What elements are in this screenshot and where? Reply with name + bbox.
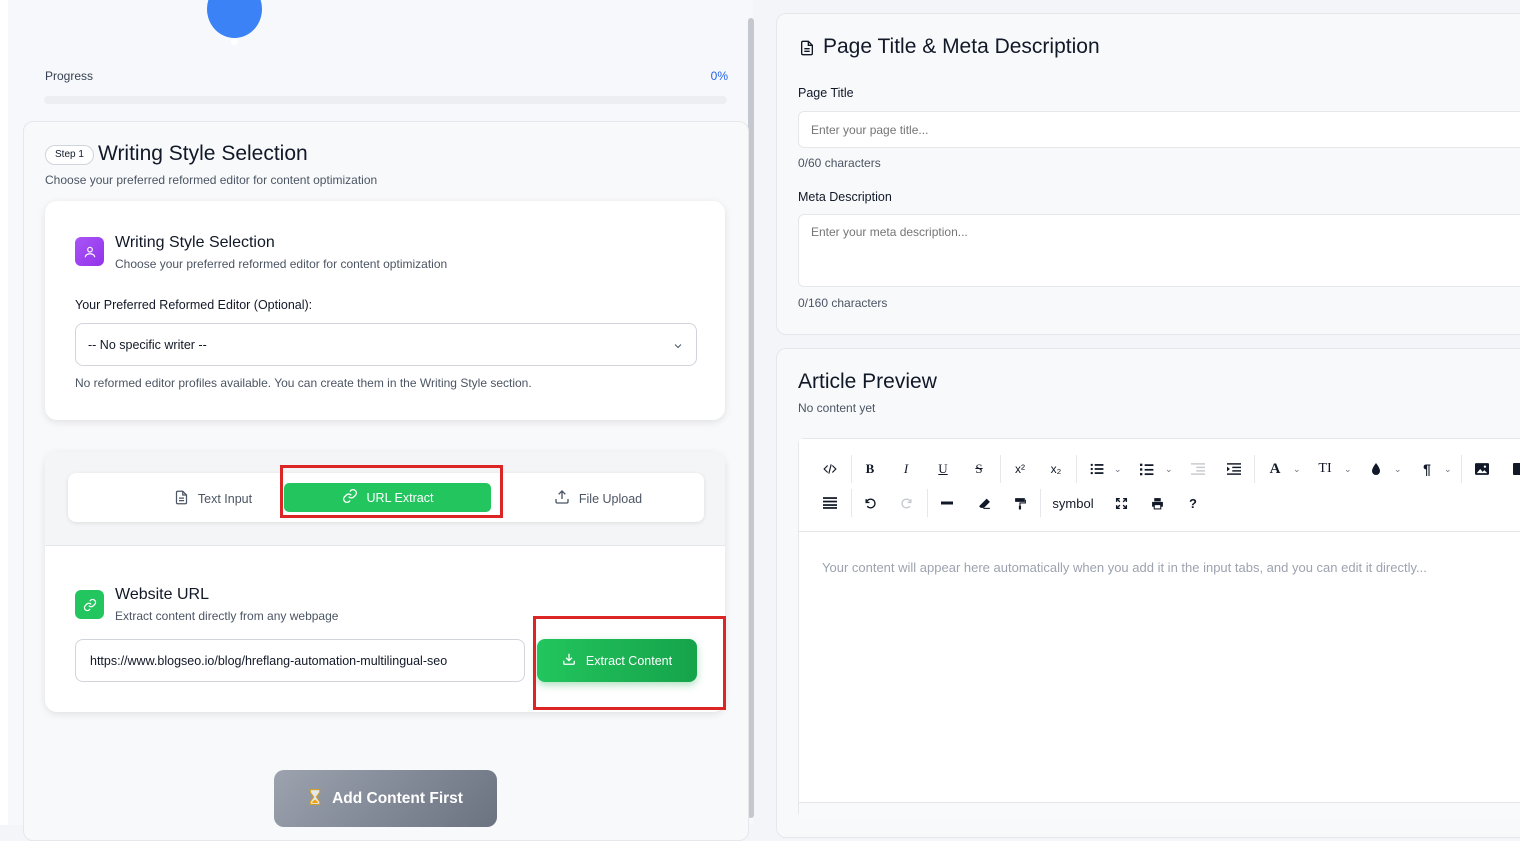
strikethrough-button[interactable]: S (965, 455, 993, 483)
outdent-icon[interactable] (1184, 455, 1212, 483)
step-subtitle: Choose your preferred reformed editor fo… (45, 173, 378, 187)
eraser-icon[interactable] (970, 489, 998, 517)
tab-text-input-label: Text Input (197, 491, 253, 506)
toolbar-separator (1254, 455, 1255, 483)
progress-label: Progress (45, 69, 94, 83)
input-tabs: Text Input URL Extract File Upload (68, 473, 704, 522)
rich-text-editor: B I U S x² x₂ ⌄ ⌄ A ⌄ TI ⌄ ⌄ ¶ ⌄ symbol … (798, 438, 1520, 819)
writing-style-title: Writing Style Selection (115, 234, 275, 251)
progress-bar (44, 96, 727, 104)
editor-toolbar: B I U S x² x₂ ⌄ ⌄ A ⌄ TI ⌄ ⌄ ¶ ⌄ symbol … (799, 439, 1520, 532)
format-painter-icon[interactable] (1006, 489, 1034, 517)
article-preview-title: Article Preview (798, 370, 937, 393)
video-icon[interactable] (1505, 455, 1520, 483)
left-edge (0, 0, 8, 825)
superscript-button[interactable]: x² (1006, 455, 1034, 483)
meta-description-input[interactable] (798, 214, 1520, 287)
editor-select-label: Your Preferred Reformed Editor (Optional… (75, 298, 313, 312)
indent-icon[interactable] (1220, 455, 1248, 483)
tab-file-upload-label: File Upload (578, 491, 643, 506)
link-icon (342, 488, 358, 507)
toolbar-separator (1461, 455, 1462, 483)
add-content-first-label: Add Content First (332, 790, 463, 807)
article-preview-subtitle: No content yet (798, 401, 876, 415)
tab-file-upload[interactable]: File Upload (498, 485, 698, 512)
toolbar-separator (1000, 455, 1001, 483)
extract-content-label: Extract Content (585, 653, 673, 668)
user-icon (75, 237, 104, 266)
align-icon[interactable] (816, 489, 844, 517)
editor-select[interactable]: -- No specific writer -- (75, 323, 697, 366)
chevron-down-icon[interactable]: ⌄ (1293, 464, 1301, 475)
font-size-button[interactable]: TI (1311, 455, 1339, 483)
editor-statusbar (799, 802, 1520, 819)
meta-description-label: Meta Description (798, 190, 892, 204)
tab-url-extract-label: URL Extract (366, 490, 434, 505)
tabs-band: Text Input URL Extract File Upload (45, 452, 725, 546)
subscript-button[interactable]: x₂ (1042, 455, 1070, 483)
website-url-input[interactable] (75, 639, 525, 682)
add-content-first-button[interactable]: Add Content First (274, 770, 497, 827)
toolbar-separator (1076, 455, 1077, 483)
help-button[interactable]: ? (1179, 489, 1207, 517)
link-icon (75, 590, 104, 619)
chevron-down-icon[interactable]: ⌄ (1114, 464, 1122, 475)
chevron-down-icon[interactable]: ⌄ (1394, 464, 1402, 475)
toolbar-separator (927, 489, 928, 517)
horizontal-rule-icon[interactable] (933, 489, 961, 517)
fullscreen-icon[interactable] (1107, 489, 1135, 517)
chevron-down-icon[interactable]: ⌄ (1444, 464, 1452, 475)
meta-title: Page Title & Meta Description (823, 35, 1100, 58)
highlight-color-icon[interactable] (1362, 455, 1390, 483)
step-indicator-dot (231, 38, 238, 45)
italic-button[interactable]: I (892, 455, 920, 483)
bullet-list-icon[interactable] (1083, 455, 1111, 483)
meta-description-count: 0/160 characters (798, 296, 888, 310)
font-color-button[interactable]: A (1261, 455, 1289, 483)
symbol-button[interactable]: symbol (1046, 489, 1100, 517)
editor-placeholder[interactable]: Your content will appear here automatica… (822, 560, 1427, 575)
page-title-input[interactable] (798, 111, 1520, 148)
document-icon (799, 39, 815, 62)
undo-icon[interactable] (856, 489, 884, 517)
toolbar-separator (1040, 489, 1041, 517)
download-icon (562, 652, 576, 669)
step-title: Writing Style Selection (98, 142, 308, 165)
print-icon[interactable] (1143, 489, 1171, 517)
numbered-list-icon[interactable] (1133, 455, 1161, 483)
toolbar-separator (851, 489, 852, 517)
chevron-down-icon[interactable]: ⌄ (1344, 464, 1352, 475)
toolbar-separator (851, 455, 852, 483)
chevron-down-icon[interactable]: ⌄ (1165, 464, 1173, 475)
editor-note: No reformed editor profiles available. Y… (75, 376, 532, 390)
upload-icon (554, 489, 570, 508)
code-view-icon[interactable] (816, 455, 844, 483)
progress-percent: 0% (710, 69, 728, 83)
paragraph-button[interactable]: ¶ (1413, 455, 1441, 483)
page-title-count: 0/60 characters (798, 156, 881, 170)
document-icon (174, 490, 189, 508)
website-url-title: Website URL (115, 586, 209, 603)
writing-style-subtitle: Choose your preferred reformed editor fo… (115, 257, 448, 271)
website-url-subtitle: Extract content directly from any webpag… (115, 609, 339, 623)
page-title-label: Page Title (798, 86, 854, 100)
bold-button[interactable]: B (856, 455, 884, 483)
underline-button[interactable]: U (929, 455, 957, 483)
tab-url-extract[interactable]: URL Extract (284, 483, 491, 512)
chevron-down-icon (672, 339, 684, 357)
editor-select-value: -- No specific writer -- (88, 338, 207, 352)
extract-content-button[interactable]: Extract Content (537, 639, 697, 682)
redo-icon[interactable] (892, 489, 920, 517)
hourglass-icon (308, 788, 322, 810)
step-badge: Step 1 (45, 145, 94, 165)
image-icon[interactable] (1468, 455, 1496, 483)
